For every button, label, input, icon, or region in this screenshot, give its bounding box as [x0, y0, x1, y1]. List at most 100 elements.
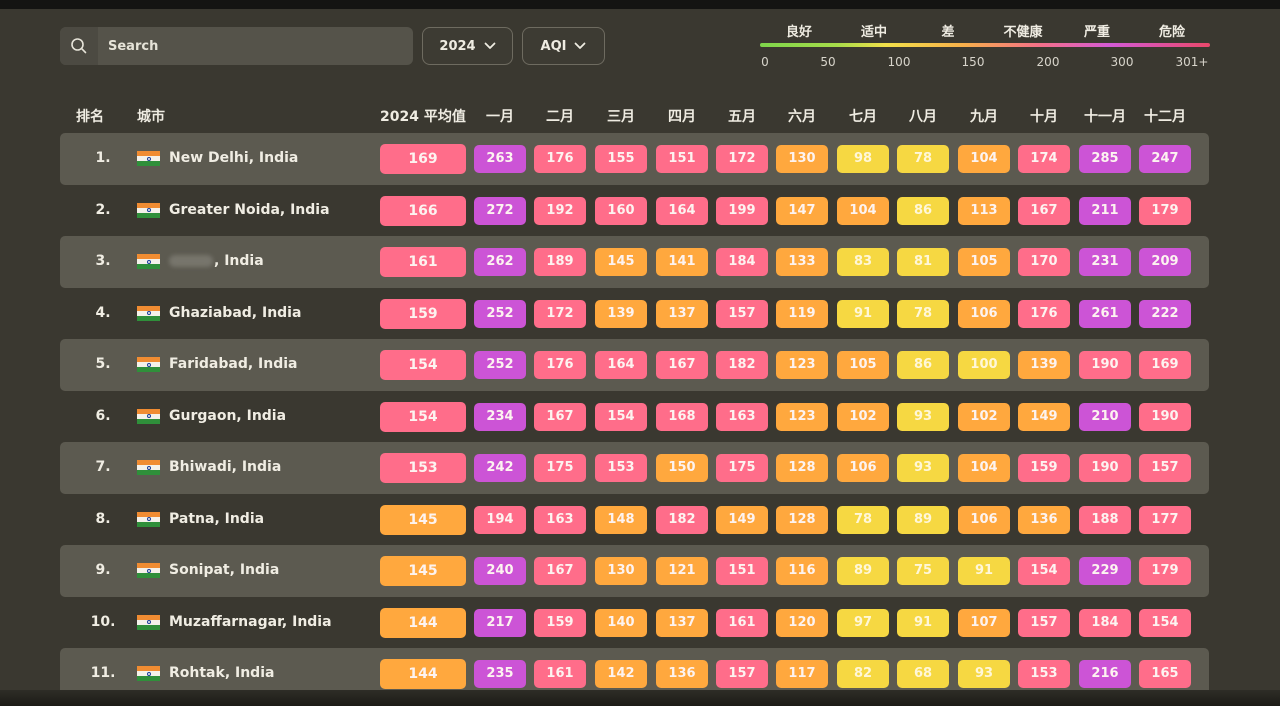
monthly-aqi-badge: 147	[776, 196, 828, 225]
monthly-aqi-badge: 176	[1018, 299, 1070, 328]
monthly-aqi-badge: 78	[897, 299, 949, 328]
monthly-aqi-badge: 172	[534, 299, 586, 328]
monthly-aqi-badge: 137	[656, 299, 708, 328]
legend-label-hazardous: 危险	[1158, 25, 1186, 40]
metric-dropdown[interactable]: AQI	[522, 27, 605, 65]
monthly-aqi-badge: 161	[534, 660, 586, 688]
monthly-aqi-badge: 104	[958, 145, 1010, 173]
monthly-aqi-badge: 160	[595, 196, 647, 225]
monthly-aqi-badge: 155	[595, 145, 647, 173]
monthly-aqi-badge: 176	[534, 351, 586, 379]
metric-dropdown-label: AQI	[540, 38, 567, 54]
rank-cell: 1.	[95, 150, 111, 166]
legend-tick: 200	[1036, 55, 1060, 69]
monthly-aqi-badge: 133	[776, 248, 828, 276]
city-cell[interactable]: Gurgaon, India	[169, 391, 286, 443]
table-row[interactable]: 7. Bhiwadi, India 153 242 175 153 150 175 128 106…	[60, 442, 1209, 494]
legend-tick: 0	[761, 55, 769, 69]
monthly-aqi-badge: 86	[897, 351, 949, 379]
city-cell[interactable]: Ghaziabad, India	[169, 288, 301, 340]
table-row[interactable]: 5. Faridabad, India 154 252 176 164 167 182 123 1…	[60, 339, 1209, 391]
monthly-aqi-badge: 229	[1079, 557, 1131, 585]
rank-cell: 3.	[95, 253, 111, 269]
header-rank: 排名	[76, 109, 104, 125]
rank-cell: 2.	[95, 201, 111, 218]
blurred-city-name	[169, 255, 213, 267]
monthly-aqi-badge: 123	[776, 351, 828, 379]
monthly-aqi-badge: 231	[1079, 248, 1131, 276]
monthly-aqi-badge: 128	[776, 505, 828, 534]
monthly-aqi-badge: 153	[595, 454, 647, 482]
average-aqi-badge: 161	[380, 247, 466, 277]
city-cell[interactable]: Sonipat, India	[169, 545, 279, 597]
legend-tick: 301+	[1175, 55, 1209, 69]
monthly-aqi-badge: 82	[837, 660, 889, 688]
monthly-aqi-badge: 261	[1079, 299, 1131, 328]
city-cell[interactable]: , India	[169, 236, 264, 288]
monthly-aqi-badge: 272	[474, 196, 526, 225]
monthly-aqi-badge: 104	[958, 454, 1010, 482]
search-placeholder: Search	[108, 38, 159, 54]
monthly-aqi-badge: 234	[474, 402, 526, 431]
header-month: 三月	[607, 109, 635, 125]
table-row[interactable]: 1. New Delhi, India 169 263 176 155 151 172 130 9…	[60, 133, 1209, 185]
city-cell[interactable]: Patna, India	[169, 494, 264, 546]
monthly-aqi-badge: 157	[716, 299, 768, 328]
monthly-aqi-badge: 139	[1018, 351, 1070, 379]
monthly-aqi-badge: 177	[1139, 505, 1191, 534]
monthly-aqi-badge: 117	[776, 660, 828, 688]
monthly-aqi-badge: 106	[958, 299, 1010, 328]
city-name: , India	[214, 253, 264, 269]
search-input[interactable]: Search	[60, 27, 413, 65]
india-flag-icon	[137, 563, 160, 578]
monthly-aqi-badge: 107	[958, 608, 1010, 637]
city-name: Rohtak, India	[169, 665, 275, 681]
table-row[interactable]: 8. Patna, India 145 194 163 148 182 149 128 78 89 1…	[60, 494, 1209, 546]
table-row[interactable]: 9. Sonipat, India 145 240 167 130 121 151 116 89 7…	[60, 545, 1209, 597]
monthly-aqi-badge: 128	[776, 454, 828, 482]
monthly-aqi-badge: 217	[474, 608, 526, 637]
monthly-aqi-badge: 182	[716, 351, 768, 379]
header-month: 五月	[728, 109, 756, 125]
rank-cell: 10.	[90, 613, 116, 630]
year-dropdown[interactable]: 2024	[422, 27, 513, 65]
monthly-aqi-badge: 216	[1079, 660, 1131, 688]
table-row[interactable]: 2. Greater Noida, India 166 272 192 160 164 199…	[60, 185, 1209, 237]
city-cell[interactable]: Faridabad, India	[169, 339, 298, 391]
table-row[interactable]: 10. Muzaffarnagar, India 144 217 159 140 137 16…	[60, 597, 1209, 649]
top-edge	[0, 0, 1280, 9]
india-flag-icon	[137, 614, 160, 630]
city-cell[interactable]: New Delhi, India	[169, 133, 298, 185]
monthly-aqi-badge: 130	[776, 145, 828, 173]
city-cell[interactable]: Muzaffarnagar, India	[169, 597, 332, 649]
monthly-aqi-badge: 235	[474, 660, 526, 688]
monthly-aqi-badge: 91	[837, 299, 889, 328]
city-cell[interactable]: Greater Noida, India	[169, 185, 330, 237]
india-flag-icon	[137, 357, 160, 372]
average-aqi-badge: 154	[380, 350, 466, 380]
monthly-aqi-badge: 145	[595, 248, 647, 276]
monthly-aqi-badge: 263	[474, 145, 526, 173]
monthly-aqi-badge: 199	[716, 196, 768, 225]
monthly-aqi-badge: 106	[958, 505, 1010, 534]
monthly-aqi-badge: 98	[837, 145, 889, 173]
monthly-aqi-badge: 119	[776, 299, 828, 328]
monthly-aqi-badge: 184	[716, 248, 768, 276]
monthly-aqi-badge: 137	[656, 608, 708, 637]
table-row[interactable]: 6. Gurgaon, India 154 234 167 154 168 163 123 102…	[60, 391, 1209, 443]
table-row[interactable]: 4. Ghaziabad, India 159 252 172 139 137 157 119 9…	[60, 288, 1209, 340]
legend-gradient-bar	[760, 43, 1210, 47]
monthly-aqi-badge: 163	[716, 402, 768, 431]
monthly-aqi-badge: 150	[656, 454, 708, 482]
monthly-aqi-badge: 211	[1079, 196, 1131, 225]
monthly-aqi-badge: 91	[958, 557, 1010, 585]
legend-tick: 300	[1110, 55, 1134, 69]
monthly-aqi-badge: 78	[897, 145, 949, 173]
monthly-aqi-badge: 167	[534, 557, 586, 585]
average-aqi-badge: 145	[380, 504, 466, 535]
monthly-aqi-badge: 102	[958, 402, 1010, 431]
monthly-aqi-badge: 153	[1018, 660, 1070, 688]
city-cell[interactable]: Bhiwadi, India	[169, 442, 281, 494]
table-row[interactable]: 3. , India 161 262 189 145 141 184 133 83 81 105 170…	[60, 236, 1209, 288]
monthly-aqi-badge: 151	[656, 145, 708, 173]
